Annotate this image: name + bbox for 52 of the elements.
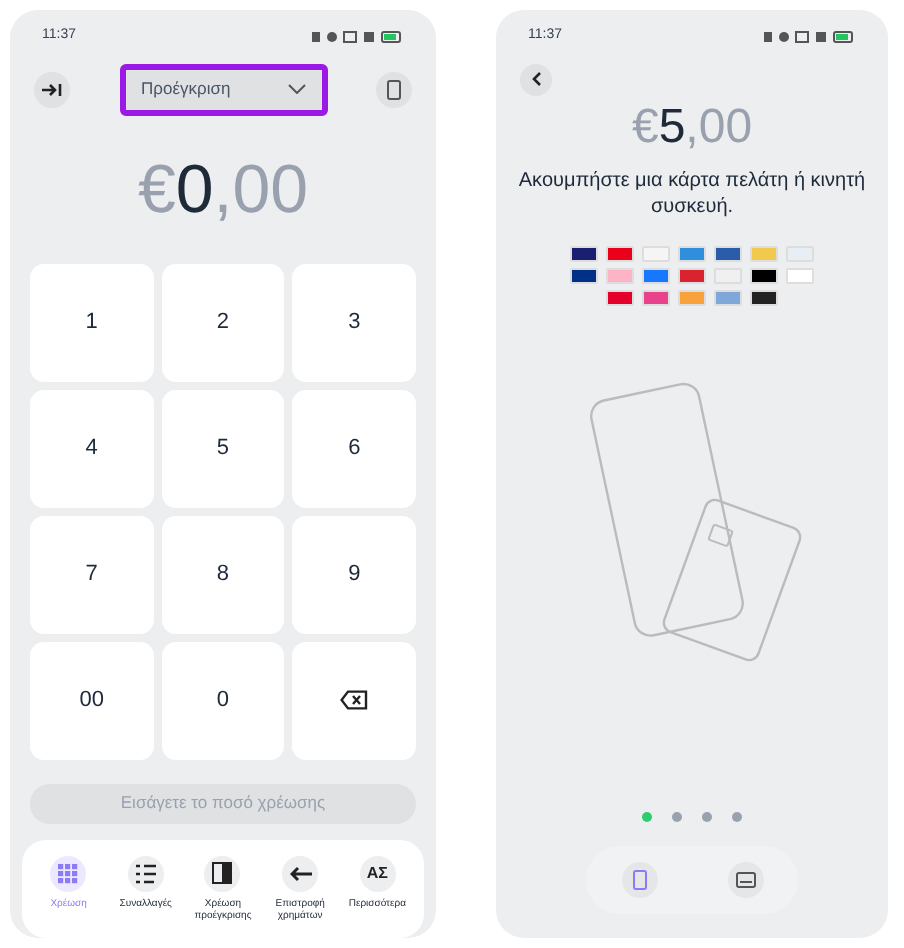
mode-dropdown[interactable]: Προέγκριση [119,63,327,115]
amount-display: €5,00 [629,103,755,151]
method-tab[interactable] [727,862,763,898]
payment-logo-icon [750,268,778,284]
payment-logo-icon [678,246,706,262]
payment-logo-icon [786,268,814,284]
keypad-key[interactable]: 00 [30,641,154,759]
tap-instruction: Ακουμπήστε μια κάρτα πελάτη ή κινητή συσκευή. [516,167,868,222]
keypad-key[interactable]: 9 [292,515,416,633]
keypad-key[interactable]: 8 [161,515,285,633]
payment-logo-icon [750,246,778,262]
status-icons [764,29,856,44]
back-button[interactable] [520,63,552,95]
initials-icon: ΑΣ [366,861,388,885]
payment-logo-icon [606,290,634,306]
payment-logo-icon [750,290,778,306]
payment-logo-icon [714,246,742,262]
payment-logo-icon [678,268,706,284]
grid-icon [58,863,79,883]
backspace-icon [340,690,369,710]
phone-tap-button[interactable] [376,71,412,107]
keypad-key[interactable]: 4 [30,389,154,507]
collapse-button[interactable] [34,71,70,107]
payment-logo-icon [606,246,634,262]
payment-logo-icon [642,290,670,306]
phone-tap-icon [631,870,647,890]
collapse-icon [42,81,62,97]
card-icon [735,872,755,888]
payment-logo-icon [678,290,706,306]
keypad-key[interactable]: 6 [292,389,416,507]
payment-logo-icon [642,268,670,284]
amount-display: €0,00 [135,155,311,223]
list-icon [135,863,156,883]
payment-logo-icon [714,290,742,306]
keypad-key[interactable]: 2 [161,263,285,381]
status-icons [312,29,404,44]
payment-logo-icon [606,268,634,284]
payment-logo-icon [570,246,598,262]
keypad-key[interactable]: 1 [30,263,154,381]
phone-icon [386,79,402,99]
payment-logo-icon [786,246,814,262]
keypad-key[interactable]: 7 [30,515,154,633]
keypad-key[interactable]: 5 [161,389,285,507]
payment-logo-icon [570,268,598,284]
arrow-left-icon [289,865,312,881]
method-tab[interactable] [621,862,657,898]
payment-logo-icon [642,246,670,262]
door-icon [212,862,233,884]
chevron-down-icon [287,84,305,94]
keypad-key[interactable]: 3 [292,263,416,381]
back-icon [531,72,541,86]
keypad-key[interactable]: 0 [161,641,285,759]
